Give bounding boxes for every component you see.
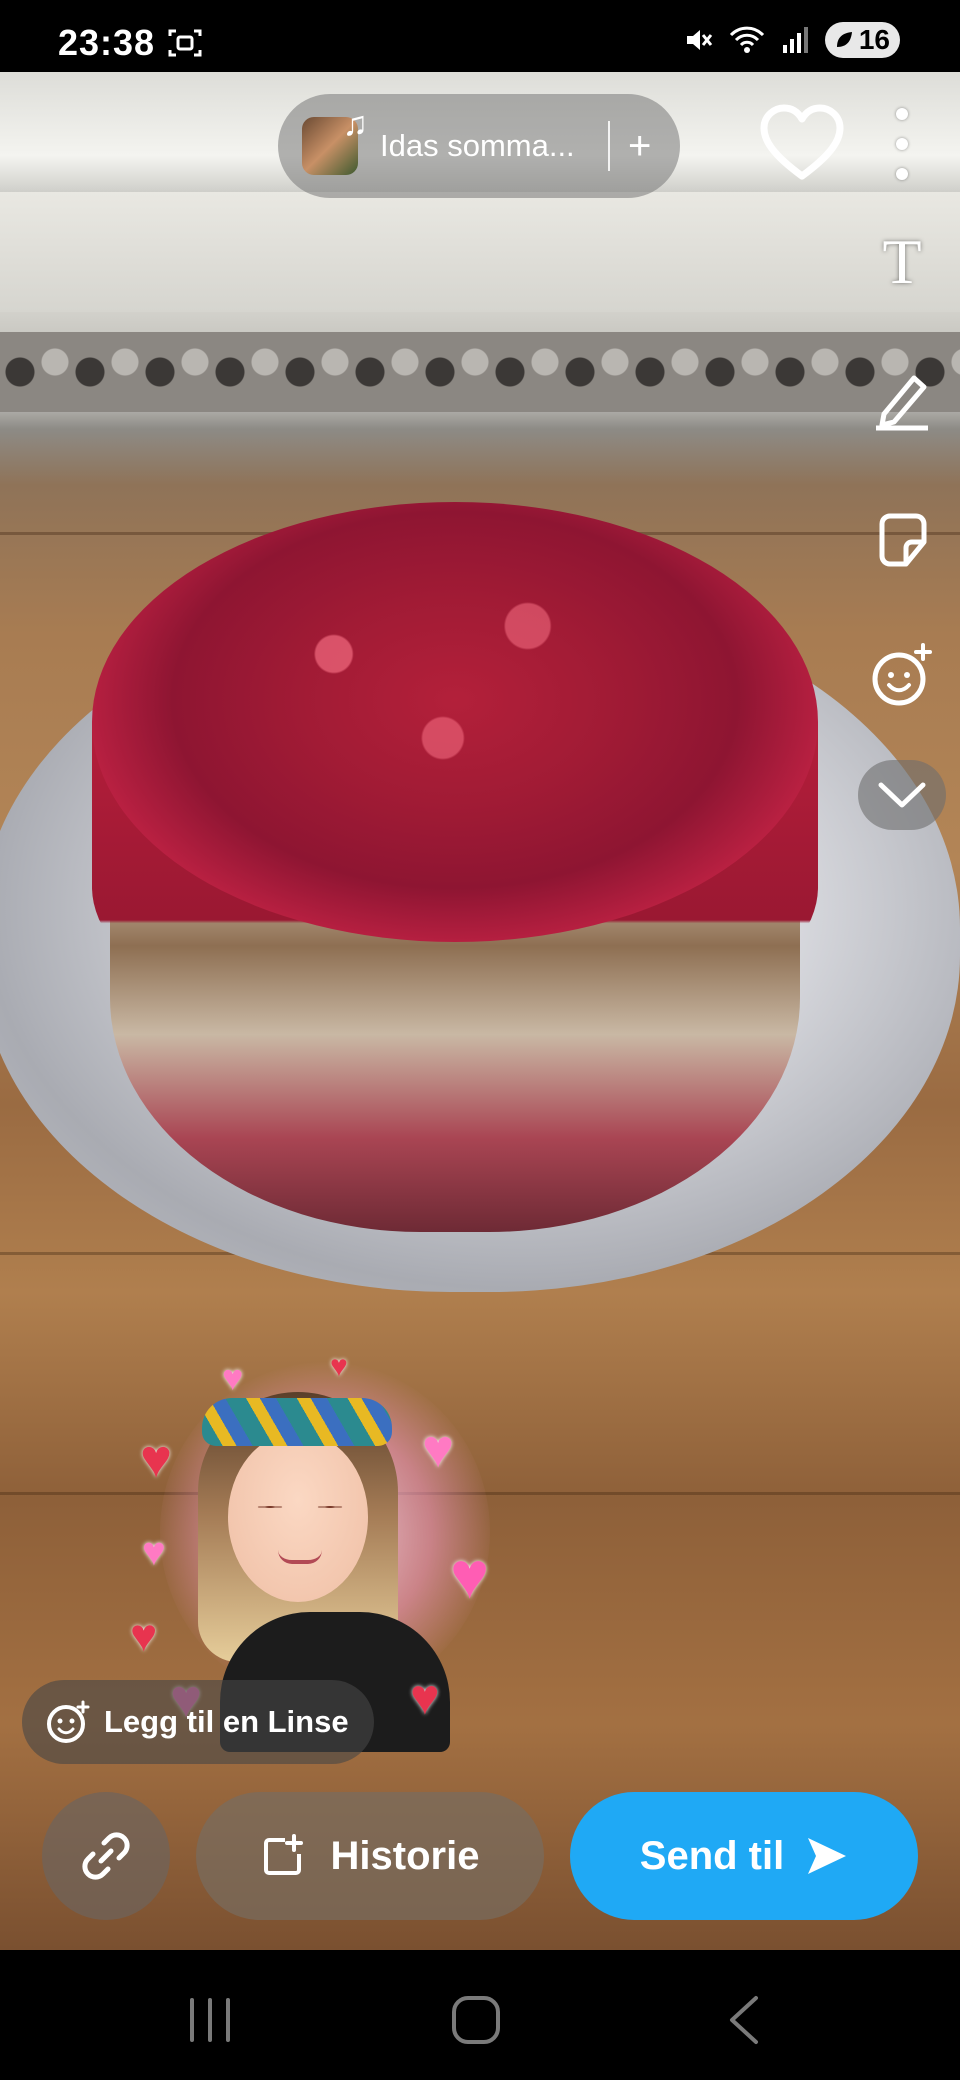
home-icon[interactable] [446, 1994, 506, 2046]
dot [896, 138, 908, 150]
tile-backsplash [0, 332, 960, 412]
heart-icon: ♥ [450, 1538, 490, 1612]
pen-icon [876, 375, 928, 431]
heart-icon: ♥ [140, 1429, 173, 1489]
sound-thumbnail: ♫ [302, 105, 368, 175]
recents-icon[interactable] [180, 1994, 240, 2046]
dot [896, 168, 908, 180]
cake-raspberry-top [92, 502, 818, 942]
heart-icon: ♥ [422, 1419, 455, 1479]
link-icon [82, 1832, 130, 1880]
battery-saver-icon [836, 32, 852, 47]
snap-preview-image: ♥ ♥ ♥ ♥ ♥ ♥ ♥ ♥ ♥ [0, 72, 960, 1950]
favorite-heart-icon[interactable] [758, 100, 846, 188]
heart-icon: ♥ [130, 1609, 158, 1661]
lens-face-icon [872, 643, 932, 706]
signal-icon [782, 27, 808, 53]
draw-tool-button[interactable] [862, 360, 942, 440]
send-to-button[interactable]: Send til [570, 1792, 918, 1920]
status-icons: 16 [683, 22, 900, 58]
sound-divider [608, 121, 610, 171]
add-lens-button[interactable]: Legg til en Linse [22, 1680, 374, 1764]
heart-icon: ♥ [222, 1357, 244, 1398]
send-to-label: Send til [639, 1833, 785, 1878]
battery-indicator: 16 [824, 22, 900, 58]
battery-level: 16 [858, 24, 890, 55]
mute-icon [686, 30, 713, 50]
send-arrow-icon [808, 1838, 847, 1874]
heart-icon: ♥ [410, 1669, 440, 1725]
add-sound-button[interactable]: + [628, 124, 651, 169]
dot [896, 108, 908, 120]
sound-title: Idas somma... [380, 128, 575, 163]
heart-icon: ♥ [142, 1530, 166, 1574]
add-story-icon [263, 1834, 303, 1875]
sticker-tool-button[interactable] [862, 500, 942, 580]
more-tools-button[interactable] [858, 760, 946, 830]
story-label: Historie [330, 1833, 480, 1878]
heart-icon: ♥ [330, 1350, 348, 1383]
music-note-icon: ♫ [342, 105, 369, 143]
story-button[interactable]: Historie [196, 1792, 544, 1920]
wifi-icon [729, 26, 764, 53]
status-time: 23:38 [58, 22, 156, 63]
window-sill-front [0, 192, 960, 312]
more-options-button[interactable] [884, 108, 920, 180]
avatar-eyes [250, 1502, 350, 1512]
system-nav-bar [0, 1950, 960, 2080]
avatar-headband [202, 1398, 392, 1446]
lens-add-icon [47, 1700, 90, 1743]
text-icon: T [882, 226, 922, 297]
status-bar: 23:38 16 [0, 0, 960, 72]
sticker-icon [879, 513, 927, 567]
avatar-face [228, 1432, 368, 1602]
text-tool-button[interactable]: T [862, 222, 942, 302]
sound-pill[interactable]: ♫ Idas somma... + [278, 94, 680, 198]
back-icon[interactable] [716, 1994, 776, 2046]
screen-record-icon [168, 29, 202, 57]
add-lens-label: Legg til en Linse [104, 1704, 349, 1739]
lens-tool-button[interactable] [862, 636, 942, 716]
chevron-down-icon [878, 782, 926, 808]
attach-link-button[interactable] [42, 1792, 170, 1920]
